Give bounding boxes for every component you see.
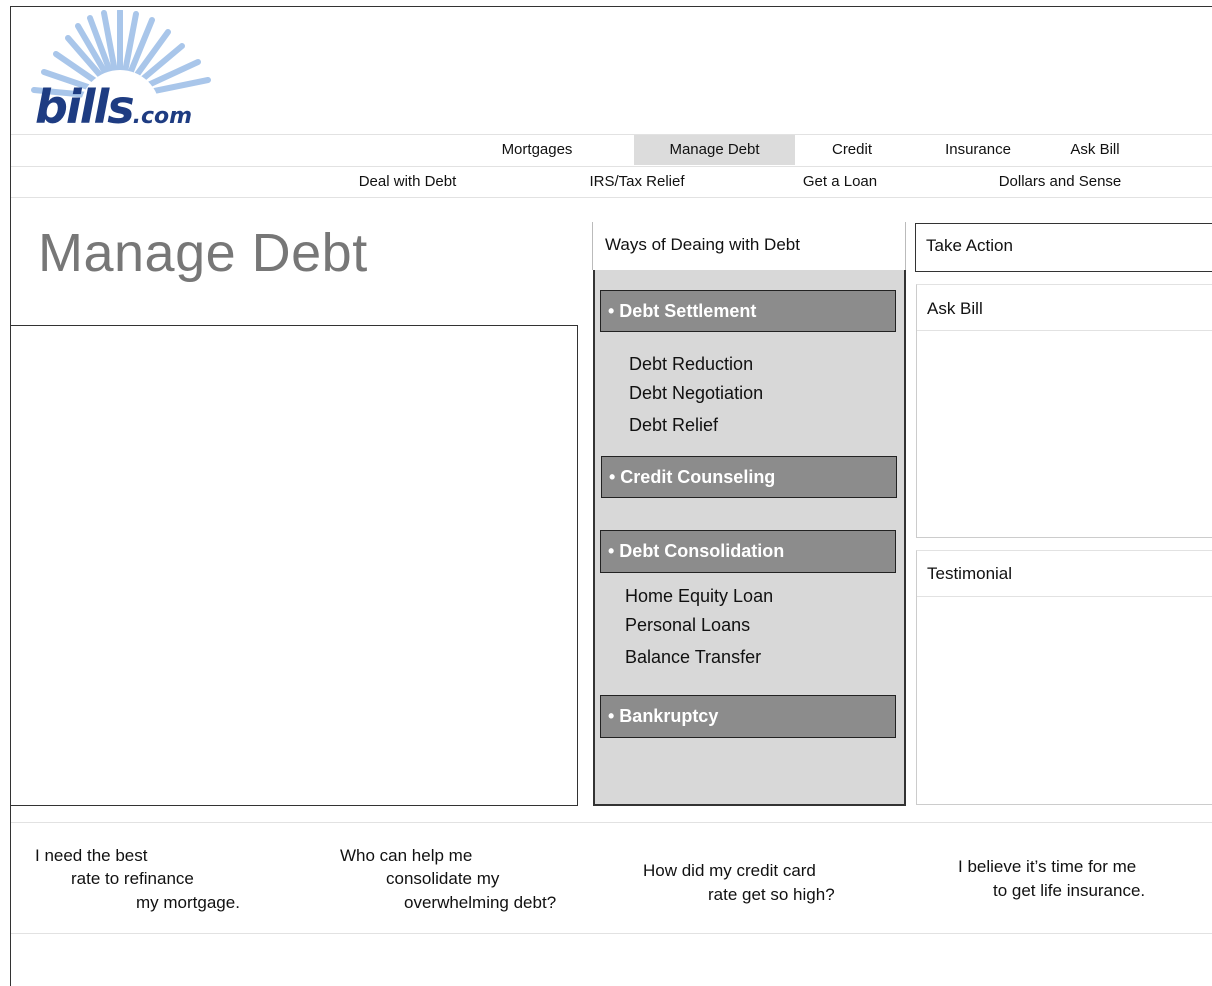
footer-divider xyxy=(11,933,1212,934)
question-3-line-2[interactable]: rate get so high? xyxy=(708,885,835,905)
nav-mortgages[interactable]: Mortgages xyxy=(485,135,589,165)
nav-credit[interactable]: Credit xyxy=(812,135,892,165)
category-debt-settlement[interactable]: • Debt Settlement xyxy=(600,290,896,332)
testimonial-title: Testimonial xyxy=(917,551,1212,597)
nav-divider xyxy=(11,197,1212,198)
bills-logo[interactable]: bills.com xyxy=(20,10,220,135)
nav-divider xyxy=(11,134,1212,135)
subnav-irs-tax-relief[interactable]: IRS/Tax Relief xyxy=(562,167,712,197)
question-1-line-3[interactable]: my mortgage. xyxy=(136,893,240,913)
question-1-line-1[interactable]: I need the best xyxy=(35,846,147,866)
question-4-line-2[interactable]: to get life insurance. xyxy=(993,881,1145,901)
take-action-box[interactable]: Take Action xyxy=(915,223,1212,272)
question-2-line-2[interactable]: consolidate my xyxy=(386,869,499,889)
subnav-dollars-and-sense[interactable]: Dollars and Sense xyxy=(972,167,1148,197)
nav-insurance[interactable]: Insurance xyxy=(928,135,1028,165)
link-debt-relief[interactable]: Debt Relief xyxy=(629,415,718,436)
ways-panel-header: Ways of Deaing with Debt xyxy=(592,222,906,270)
link-home-equity-loan[interactable]: Home Equity Loan xyxy=(625,586,773,607)
category-bankruptcy[interactable]: • Bankruptcy xyxy=(600,695,896,738)
category-credit-counseling[interactable]: • Credit Counseling xyxy=(601,456,897,498)
subnav-get-a-loan[interactable]: Get a Loan xyxy=(780,167,900,197)
question-3-line-1[interactable]: How did my credit card xyxy=(643,861,816,881)
page-title: Manage Debt xyxy=(38,223,368,283)
question-2-line-1[interactable]: Who can help me xyxy=(340,846,472,866)
link-debt-reduction[interactable]: Debt Reduction xyxy=(629,354,753,375)
nav-ask-bill[interactable]: Ask Bill xyxy=(1053,135,1137,165)
main-content-area xyxy=(10,325,578,806)
nav-manage-debt[interactable]: Manage Debt xyxy=(634,135,795,165)
category-debt-consolidation[interactable]: • Debt Consolidation xyxy=(600,530,896,573)
ask-bill-title: Ask Bill xyxy=(917,285,1212,331)
question-1-line-2[interactable]: rate to refinance xyxy=(71,869,194,889)
link-debt-negotiation[interactable]: Debt Negotiation xyxy=(629,383,763,404)
link-balance-transfer[interactable]: Balance Transfer xyxy=(625,647,761,668)
subnav-deal-with-debt[interactable]: Deal with Debt xyxy=(335,167,480,197)
question-4-line-1[interactable]: I believe it’s time for me xyxy=(958,857,1136,877)
question-2-line-3[interactable]: overwhelming debt? xyxy=(404,893,556,913)
link-personal-loans[interactable]: Personal Loans xyxy=(625,615,750,636)
questions-divider xyxy=(11,822,1212,823)
logo-text: bills.com xyxy=(35,80,193,134)
testimonial-box: Testimonial xyxy=(916,550,1212,805)
ask-bill-box: Ask Bill xyxy=(916,284,1212,538)
